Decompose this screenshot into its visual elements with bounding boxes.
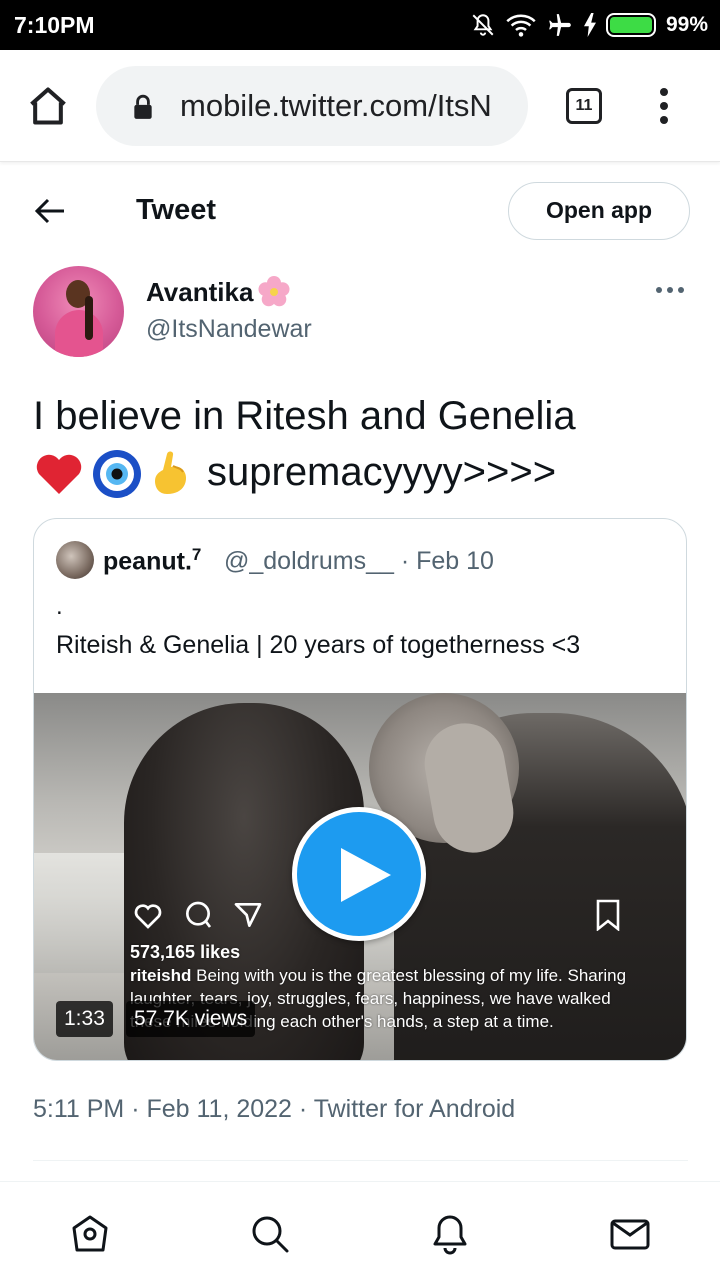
- search-icon[interactable]: [248, 1212, 292, 1256]
- messages-icon[interactable]: [608, 1212, 652, 1256]
- tweet-text: I believe in Ritesh and Genelia supremac…: [33, 388, 693, 500]
- author-avatar[interactable]: [33, 266, 124, 357]
- nazar-amulet-emoji: [93, 450, 141, 499]
- open-app-button[interactable]: Open app: [508, 182, 690, 240]
- home-icon[interactable]: [68, 1212, 112, 1256]
- comment-icon: [186, 901, 212, 928]
- battery-icon: [605, 13, 656, 37]
- back-arrow-icon[interactable]: [34, 196, 66, 226]
- lock-icon: [134, 94, 152, 119]
- tweet-text-line1: I believe in Ritesh and Genelia: [33, 394, 576, 438]
- browser-toolbar: mobile.twitter.com/ItsN 11: [0, 50, 720, 162]
- more-options-icon[interactable]: [656, 287, 684, 295]
- browser-menu-icon[interactable]: [656, 88, 672, 126]
- video-caption-user: riteishd: [130, 966, 192, 985]
- notifications-icon[interactable]: [428, 1212, 472, 1256]
- tweet-timestamp[interactable]: 5:11 PM · Feb 11, 2022 · Twitter for And…: [33, 1095, 515, 1124]
- bottom-navigation: [0, 1181, 720, 1280]
- status-time: 7:10PM: [14, 12, 95, 38]
- notifications-off-icon: [472, 14, 494, 36]
- play-button[interactable]: [292, 807, 426, 941]
- author-name-row[interactable]: Avantika: [146, 275, 291, 309]
- video-overlay-icons: [132, 899, 264, 931]
- red-heart-emoji: [36, 455, 82, 495]
- battery-percent: 99%: [665, 13, 708, 36]
- video-duration-badge: 1:33: [56, 1001, 113, 1037]
- status-icons: 99%: [470, 10, 708, 40]
- airplane-icon: [549, 14, 571, 36]
- quoted-author-name-sup: 7: [191, 545, 202, 564]
- quoted-tweet-text: Riteish & Genelia | 20 years of together…: [56, 631, 581, 659]
- video-likes: 573,165 likes: [130, 942, 241, 962]
- browser-home-icon[interactable]: [26, 84, 70, 128]
- quoted-author-name[interactable]: peanut.7: [103, 545, 201, 576]
- quoted-author-avatar[interactable]: [56, 541, 94, 579]
- pinching-hand-emoji: [155, 451, 187, 495]
- bookmark-icon: [596, 899, 620, 931]
- play-icon: [341, 848, 391, 902]
- author-name[interactable]: Avantika: [146, 277, 253, 308]
- share-icon: [234, 903, 262, 927]
- status-bar: 7:10PM 99%: [0, 0, 720, 50]
- author-handle[interactable]: @ItsNandewar: [146, 315, 312, 344]
- quoted-handle-date[interactable]: @_doldrums__ · Feb 10: [224, 547, 494, 576]
- address-bar[interactable]: mobile.twitter.com/ItsN: [96, 66, 528, 146]
- tweet-text-tail: supremacyyyy>>>>: [207, 450, 557, 494]
- wifi-icon: [506, 14, 536, 37]
- cherry-blossom-emoji: [258, 276, 290, 307]
- quoted-dot: .: [56, 593, 63, 620]
- tab-switcher-button[interactable]: 11: [566, 88, 602, 124]
- video-views-badge: 57.7K views: [126, 1001, 256, 1037]
- video-player[interactable]: 573,165 likes riteishd Being with you is…: [34, 693, 686, 1060]
- quoted-tweet-card[interactable]: peanut.7 @_doldrums__ · Feb 10 . Riteish…: [33, 518, 687, 1061]
- page-title: Tweet: [136, 194, 217, 226]
- charging-icon: [583, 13, 596, 37]
- heart-outline-icon: [134, 904, 162, 929]
- divider: [33, 1160, 688, 1161]
- url-text[interactable]: mobile.twitter.com/ItsN: [180, 88, 510, 124]
